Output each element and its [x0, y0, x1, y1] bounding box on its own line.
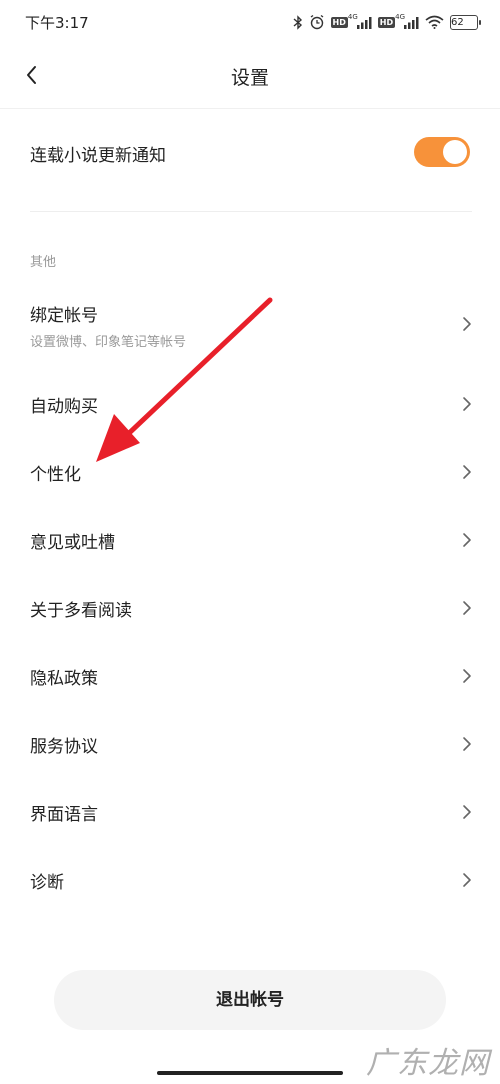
chevron-right-icon: [463, 873, 471, 887]
chevron-right-icon: [463, 465, 471, 479]
network-label: 4G: [347, 13, 358, 21]
list-item-privacy-policy[interactable]: 隐私政策: [0, 642, 500, 710]
chevron-right-icon: [463, 533, 471, 547]
wifi-icon: [425, 15, 444, 29]
toggle-knob: [443, 140, 467, 164]
list-item-about[interactable]: 关于多看阅读: [0, 574, 500, 642]
item-label: 个性化: [30, 465, 81, 485]
hd-signal-icon: HD 4G: [330, 13, 372, 29]
update-notification-toggle[interactable]: [414, 137, 470, 167]
item-label: 服务协议: [30, 737, 98, 757]
list-item-bind-account[interactable]: 绑定帐号 设置微博、印象笔记等帐号: [0, 285, 500, 363]
chevron-right-icon: [463, 805, 471, 819]
status-bar: 下午3:17 HD 4G HD 4G 62: [0, 0, 500, 44]
item-label: 隐私政策: [30, 669, 98, 689]
item-label: 意见或吐槽: [30, 533, 115, 553]
item-label: 诊断: [30, 873, 64, 893]
status-time: 下午3:17: [25, 14, 89, 32]
chevron-right-icon: [463, 317, 471, 331]
logout-button[interactable]: 退出帐号: [54, 970, 446, 1030]
status-icons: HD 4G HD 4G 62: [293, 12, 481, 32]
item-subtitle: 设置微博、印象笔记等帐号: [30, 335, 187, 350]
bluetooth-icon: [293, 14, 303, 30]
list-item-diagnose[interactable]: 诊断: [0, 846, 500, 914]
network-label: 4G: [395, 13, 405, 21]
update-notification-label: 连载小说更新通知: [30, 146, 166, 166]
item-label: 自动购买: [30, 397, 98, 417]
battery-icon: 62: [450, 14, 481, 30]
hd-signal-icon: HD 4G: [377, 13, 419, 29]
chevron-right-icon: [463, 601, 471, 615]
hd-badge: HD: [330, 16, 348, 28]
chevron-right-icon: [463, 397, 471, 411]
chevron-right-icon: [463, 669, 471, 683]
watermark: 广东龙网: [366, 1046, 490, 1081]
list-item-auto-purchase[interactable]: 自动购买: [0, 370, 500, 438]
item-label: 界面语言: [30, 805, 98, 825]
nav-bar: 设置: [0, 44, 500, 109]
alarm-icon: [309, 14, 325, 30]
section-header: 其他: [30, 255, 57, 270]
home-indicator[interactable]: [157, 1071, 343, 1075]
item-label: 关于多看阅读: [30, 601, 132, 621]
list-item-service-agreement[interactable]: 服务协议: [0, 710, 500, 778]
hd-badge: HD: [377, 16, 396, 28]
list-item-personalization[interactable]: 个性化: [0, 438, 500, 506]
list-item-interface-language[interactable]: 界面语言: [0, 778, 500, 846]
page-title: 设置: [230, 67, 269, 89]
chevron-right-icon: [463, 737, 471, 751]
list-item-feedback[interactable]: 意见或吐槽: [0, 506, 500, 574]
update-notification-row: 连载小说更新通知: [30, 125, 470, 180]
divider: [30, 211, 472, 212]
item-label: 绑定帐号: [30, 306, 98, 326]
